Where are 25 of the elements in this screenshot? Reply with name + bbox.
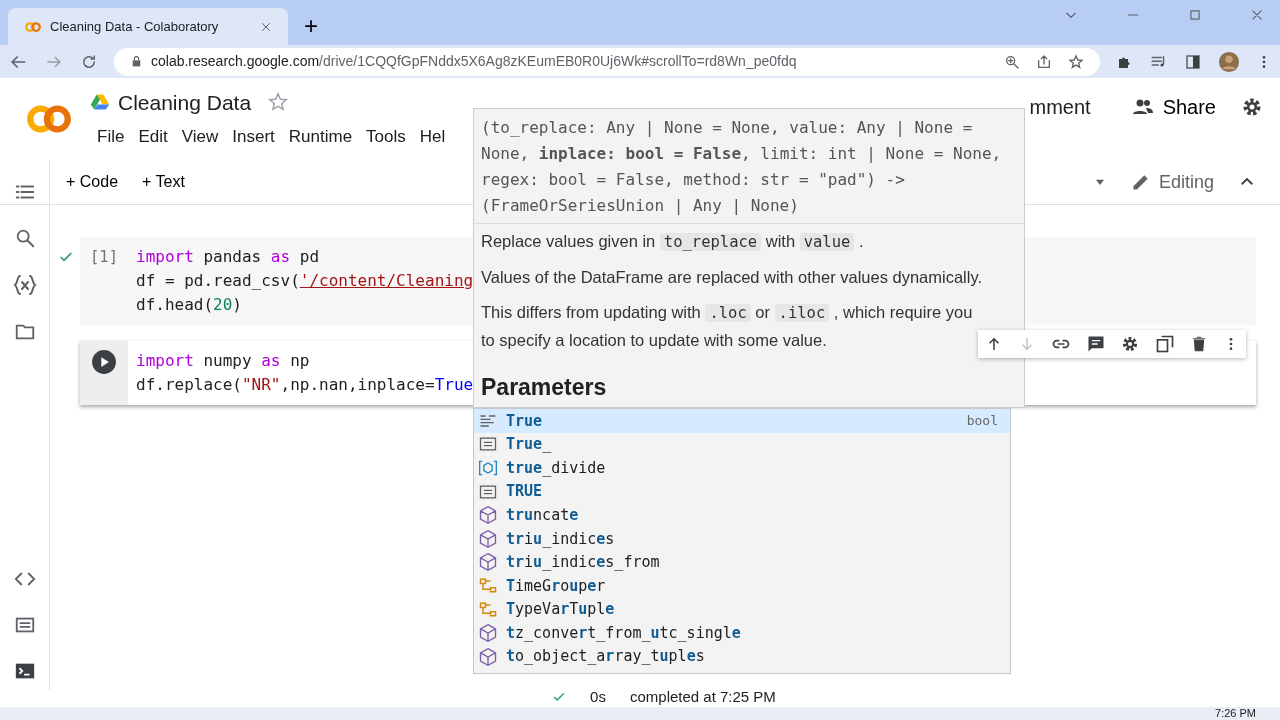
completion-label: True_ — [506, 434, 552, 456]
signature-text: (to_replace: Any | None = None, value: Any | None = None, inplace: bool = False, limit: int | None = None, regex: bool = False, method: str = "pad") -> (FrameOrSeriesUnion | Any | None) — [474, 109, 1024, 224]
doc-heading: Parameters — [480, 373, 608, 402]
completion-label: TypeVarTuple — [506, 599, 615, 621]
completion-label: TimeGrouper — [506, 575, 606, 597]
taskbar-clock: 7:26 PM — [1215, 707, 1256, 720]
completion-label: truncate — [506, 504, 579, 526]
completion-label: True — [506, 410, 543, 432]
completion-label: tz_convert_from_utc_single — [506, 622, 741, 644]
completion-label: TRUE — [506, 481, 543, 503]
url-text: colab.research.google.com/drive/1CQQfGpFNddx5X6Ag8zKEumEB0R0Uj6Wk#scrollTo=rd8Wn_pe0fdq — [151, 52, 797, 71]
completion-label: triu_indices_from — [506, 552, 660, 574]
completion-type: bool — [966, 412, 998, 431]
completion-label: to_object_array_tuples — [506, 646, 705, 668]
code-line: df.replace("NR",np.nan,inplace=True — [136, 374, 474, 396]
code-line: import pandas as pd — [136, 246, 320, 268]
status-message: completed at 7:25 PM — [629, 690, 776, 707]
code-line: df = pd.read_csv('/content/Cleaning — [136, 270, 474, 292]
execution-count: [1] — [89, 247, 119, 268]
code-line: import numpy as np — [136, 350, 310, 372]
completion-label: triu_indices — [506, 528, 615, 550]
completion-label: true_divide — [506, 457, 606, 479]
code-line: df.head(20) — [136, 294, 242, 316]
doc-paragraph: Values of the DataFrame are replaced with other values dynamically. — [480, 267, 984, 288]
status-duration: 0s — [590, 690, 606, 707]
